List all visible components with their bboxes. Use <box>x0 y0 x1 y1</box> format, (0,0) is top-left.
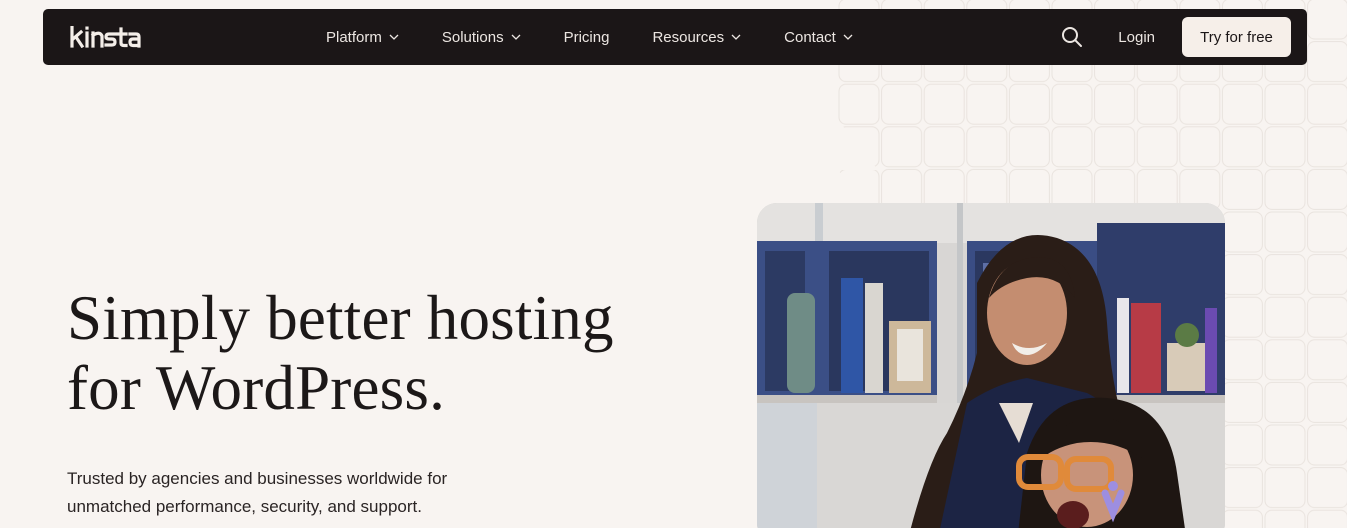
chevron-down-icon <box>389 32 399 42</box>
main-menu: Platform Solutions Pricing Resources Con… <box>326 9 896 65</box>
kinsta-logo-mark <box>70 26 141 48</box>
kinsta-logo[interactable] <box>70 23 154 51</box>
login-link[interactable]: Login <box>1118 29 1155 46</box>
nav-actions: Login Try for free <box>1060 9 1291 65</box>
hero-subtitle: Trusted by agencies and businesses world… <box>67 465 497 521</box>
chevron-down-icon <box>843 32 853 42</box>
chevron-down-icon <box>731 32 741 42</box>
page: Platform Solutions Pricing Resources Con… <box>0 0 1347 528</box>
nav-platform-label: Platform <box>326 28 382 46</box>
hero-subtitle-line-1: Trusted by agencies and businesses world… <box>67 469 448 488</box>
hero-title-line-2: for WordPress. <box>67 353 446 423</box>
top-navbar: Platform Solutions Pricing Resources Con… <box>43 9 1307 65</box>
search-icon <box>1062 27 1083 47</box>
hero-title-line-1: Simply better hosting <box>67 283 614 353</box>
nav-resources[interactable]: Resources <box>652 29 741 46</box>
hero-title: Simply better hosting for WordPress. <box>67 283 707 423</box>
nav-platform[interactable]: Platform <box>326 29 399 46</box>
nav-pricing-label: Pricing <box>563 28 610 46</box>
try-for-free-button[interactable]: Try for free <box>1182 17 1291 57</box>
nav-pricing[interactable]: Pricing <box>564 29 610 46</box>
nav-contact[interactable]: Contact <box>784 29 853 46</box>
chevron-down-icon <box>511 32 521 42</box>
nav-resources-label: Resources <box>652 28 725 46</box>
nav-contact-label: Contact <box>784 28 836 46</box>
nav-solutions[interactable]: Solutions <box>442 29 521 46</box>
hero-photo-illustration <box>757 203 1225 528</box>
nav-solutions-label: Solutions <box>441 28 504 46</box>
hero-subtitle-line-2: unmatched performance, security, and sup… <box>67 497 422 516</box>
hero-photo <box>757 203 1225 528</box>
search-button[interactable] <box>1060 25 1084 49</box>
